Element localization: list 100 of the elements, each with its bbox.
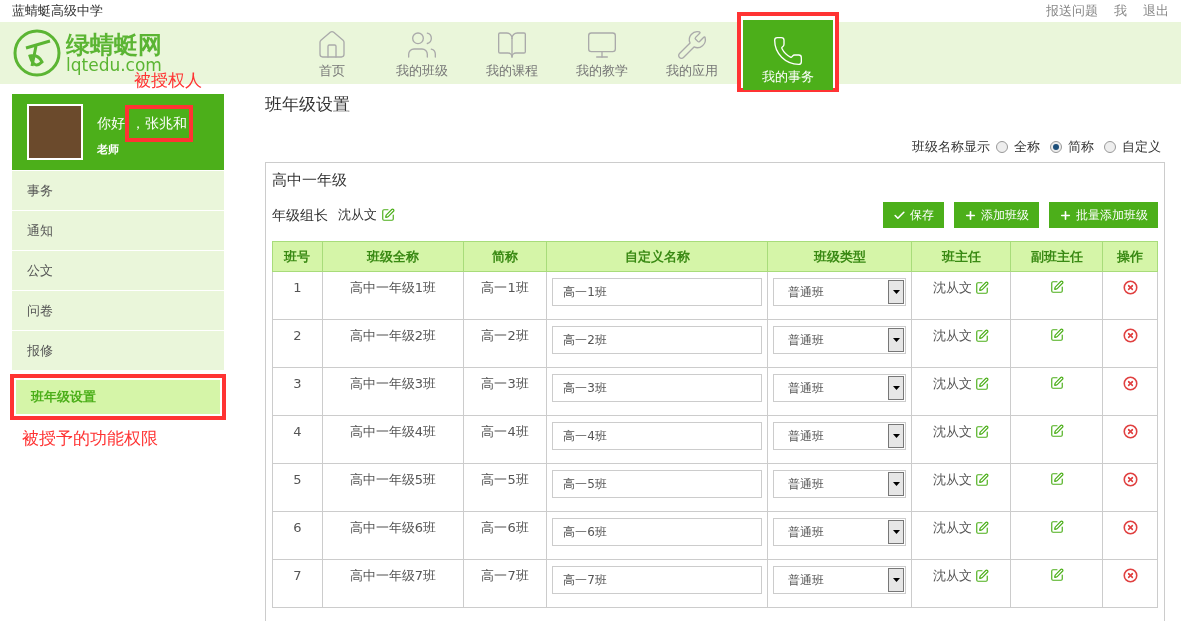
edit-icon[interactable] bbox=[975, 472, 990, 487]
user-role: 老师 bbox=[97, 142, 120, 159]
sidebar-item[interactable]: 问卷 bbox=[12, 290, 224, 330]
radio-button[interactable] bbox=[1050, 141, 1062, 153]
caret-icon bbox=[888, 424, 905, 448]
edit-icon[interactable] bbox=[1049, 328, 1064, 342]
table-cell: 7 bbox=[272, 559, 323, 608]
column-header: 自定义名称 bbox=[546, 241, 768, 272]
teacher-name: 沈从文 bbox=[933, 567, 973, 585]
input-field[interactable]: 高一4班 bbox=[552, 422, 763, 450]
edit-icon[interactable] bbox=[1049, 376, 1064, 390]
caret-icon bbox=[888, 376, 905, 400]
table-cell: 高中一年级2班 bbox=[322, 319, 464, 368]
table-cell: 3 bbox=[272, 367, 323, 416]
caret-icon bbox=[888, 472, 905, 496]
dropdown[interactable]: 普通班 bbox=[773, 422, 907, 450]
delete-icon[interactable] bbox=[1122, 376, 1138, 391]
grade-title: 高中一年级 bbox=[272, 170, 348, 191]
input-field[interactable]: 高一2班 bbox=[552, 326, 763, 354]
photo-placeholder bbox=[27, 104, 83, 160]
table-cell: 6 bbox=[272, 511, 323, 560]
input-field[interactable]: 高一1班 bbox=[552, 278, 763, 306]
teacher-name: 沈从文 bbox=[933, 519, 973, 537]
teacher-name: 沈从文 bbox=[933, 279, 973, 297]
table-cell: 1 bbox=[272, 271, 323, 320]
plus-icon bbox=[1059, 208, 1072, 222]
sidebar-item[interactable]: 事务 bbox=[12, 170, 224, 210]
logo-name: 绿蜻蜓网 bbox=[66, 32, 162, 57]
column-header: 班主任 bbox=[911, 241, 1011, 272]
annotation-text: 被授予的功能权限 bbox=[22, 427, 159, 450]
nav-tab[interactable]: 我的班级 bbox=[377, 22, 467, 84]
dropdown[interactable]: 普通班 bbox=[773, 278, 907, 306]
edit-icon[interactable] bbox=[1049, 568, 1064, 582]
teacher-name: 沈从文 bbox=[933, 471, 973, 489]
edit-icon[interactable] bbox=[1049, 280, 1064, 294]
dropdown[interactable]: 普通班 bbox=[773, 470, 907, 498]
dropdown[interactable]: 普通班 bbox=[773, 374, 907, 402]
top-link[interactable]: 报送问题 bbox=[1046, 1, 1098, 21]
edit-icon[interactable] bbox=[975, 520, 990, 535]
plus-icon bbox=[964, 208, 977, 222]
caret-icon bbox=[888, 520, 905, 544]
dropdown[interactable]: 普通班 bbox=[773, 326, 907, 354]
dropdown[interactable]: 普通班 bbox=[773, 566, 907, 594]
sidebar-item[interactable]: 报修 bbox=[12, 330, 224, 370]
caret-icon bbox=[888, 280, 905, 304]
caret-icon bbox=[888, 328, 905, 352]
top-link[interactable]: 退出 bbox=[1143, 1, 1169, 21]
dropdown[interactable]: 普通班 bbox=[773, 518, 907, 546]
edit-icon[interactable] bbox=[975, 328, 990, 343]
input-field[interactable]: 高一3班 bbox=[552, 374, 763, 402]
table-cell: 高一7班 bbox=[463, 559, 547, 608]
table-cell: 高中一年级1班 bbox=[322, 271, 464, 320]
delete-icon[interactable] bbox=[1122, 472, 1138, 487]
leader-name: 沈从文 bbox=[338, 206, 377, 225]
phone-icon bbox=[772, 34, 804, 67]
user-name: ，张兆和 bbox=[131, 115, 187, 132]
radio-label: 全称 bbox=[1014, 138, 1040, 157]
input-field[interactable]: 高一6班 bbox=[552, 518, 763, 546]
sidebar-item[interactable]: 公文 bbox=[12, 250, 224, 290]
edit-icon[interactable] bbox=[975, 376, 990, 391]
delete-icon[interactable] bbox=[1122, 520, 1138, 535]
nav-tab[interactable]: 我的课程 bbox=[467, 22, 557, 84]
table-cell: 高一4班 bbox=[463, 415, 547, 464]
table-cell: 4 bbox=[272, 415, 323, 464]
table-cell: 高中一年级4班 bbox=[322, 415, 464, 464]
radio-button[interactable] bbox=[996, 141, 1008, 153]
delete-icon[interactable] bbox=[1122, 328, 1138, 343]
radio-group-label: 班级名称显示 bbox=[912, 138, 990, 157]
table-cell: 高一1班 bbox=[463, 271, 547, 320]
edit-icon[interactable] bbox=[1049, 520, 1064, 534]
teacher-name: 沈从文 bbox=[933, 375, 973, 393]
input-field[interactable]: 高一5班 bbox=[552, 470, 763, 498]
edit-icon[interactable] bbox=[975, 568, 990, 583]
edit-icon[interactable] bbox=[975, 280, 990, 295]
greeting: 你好 bbox=[97, 114, 125, 134]
radio-label: 自定义 bbox=[1122, 138, 1161, 157]
edit-icon[interactable] bbox=[1049, 472, 1064, 486]
delete-icon[interactable] bbox=[1122, 424, 1138, 439]
top-link[interactable]: 我 bbox=[1114, 1, 1127, 21]
table-cell: 高一5班 bbox=[463, 463, 547, 512]
table-cell: 高一2班 bbox=[463, 319, 547, 368]
sidebar-item[interactable]: 通知 bbox=[12, 210, 224, 250]
edit-icon[interactable] bbox=[1049, 424, 1064, 438]
edit-icon[interactable] bbox=[975, 424, 990, 439]
edit-icon[interactable] bbox=[381, 208, 395, 222]
column-header: 班级类型 bbox=[767, 241, 912, 272]
nav-tab[interactable]: 我的教学 bbox=[557, 22, 647, 84]
column-header: 操作 bbox=[1102, 241, 1158, 272]
delete-icon[interactable] bbox=[1122, 280, 1138, 295]
page-title: 班年级设置 bbox=[265, 93, 351, 116]
input-field[interactable]: 高一7班 bbox=[552, 566, 763, 594]
table-cell: 5 bbox=[272, 463, 323, 512]
caret-icon bbox=[888, 568, 905, 592]
teacher-name: 沈从文 bbox=[933, 423, 973, 441]
house-icon bbox=[316, 28, 348, 61]
delete-icon[interactable] bbox=[1122, 568, 1138, 583]
table-cell: 高中一年级3班 bbox=[322, 367, 464, 416]
radio-button[interactable] bbox=[1104, 141, 1116, 153]
nav-tab[interactable]: 我的应用 bbox=[647, 22, 737, 84]
nav-tab[interactable]: 首页 bbox=[287, 22, 377, 84]
